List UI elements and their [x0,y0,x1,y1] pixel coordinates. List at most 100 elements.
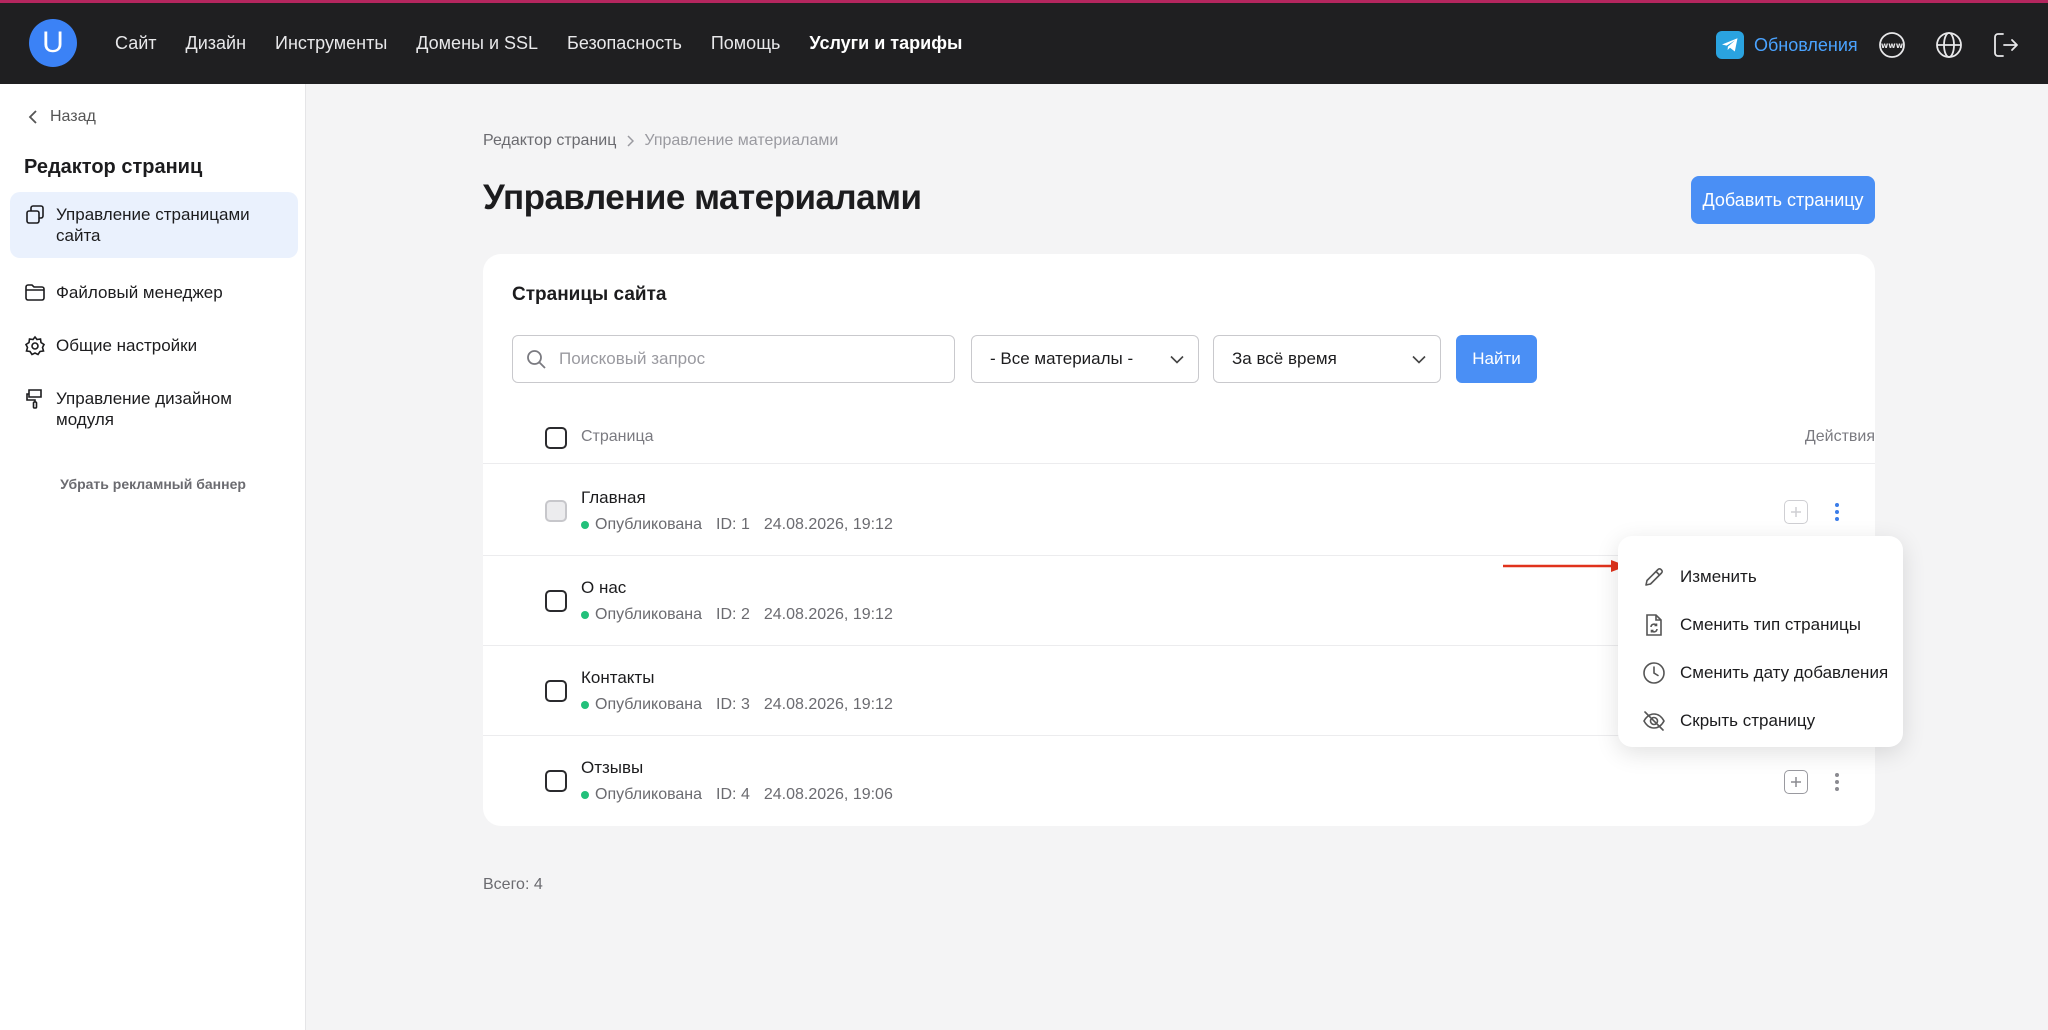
www-icon[interactable]: www [1877,30,1907,60]
row-date: 24.08.2026, 19:12 [763,606,893,623]
row-actions-menu: Изменить Сменить тип страницы Сменить да… [1618,536,1903,747]
row-page-name[interactable]: Главная [581,488,646,508]
kebab-dot [1835,773,1839,777]
status-badge: Опубликована [581,786,702,804]
row-status: Опубликована [595,696,703,713]
nav-item-services-tariffs[interactable]: Услуги и тарифы [809,33,962,54]
menu-item-change-type[interactable]: Сменить тип страницы [1618,601,1903,649]
row-status: Опубликована [595,786,703,803]
row-date: 24.08.2026, 19:12 [763,696,893,713]
select-all-checkbox[interactable] [545,427,567,449]
pencil-icon [1645,568,1663,586]
row-checkbox[interactable] [545,590,567,612]
main-menu: Сайт Дизайн Инструменты Домены и SSL Без… [115,3,962,84]
menu-item-hide-page[interactable]: Скрыть страницу [1618,697,1903,745]
breadcrumb-current: Управление материалами [644,132,839,149]
row-page-name[interactable]: Контакты [581,668,654,688]
kebab-dot [1835,510,1839,514]
status-dot [581,701,589,709]
clock-icon [1643,662,1665,684]
kebab-dot [1835,787,1839,791]
row-id: ID: 4 [716,786,750,803]
remove-banner-link[interactable]: Убрать рекламный баннер [0,476,306,492]
breadcrumb-parent[interactable]: Редактор страниц [483,132,616,150]
annotation-arrow [1503,560,1627,572]
updates-link[interactable]: Обновления [1716,31,1858,59]
status-dot [581,611,589,619]
more-actions-button[interactable] [1832,500,1842,524]
chevron-right-icon [627,135,635,147]
kebab-dot [1835,503,1839,507]
row-page-name[interactable]: Отзывы [581,758,643,778]
sidebar-item-pages[interactable]: Управление страницами сайта [10,192,298,258]
menu-item-edit[interactable]: Изменить [1618,553,1903,601]
top-navigation-bar: U Сайт Дизайн Инструменты Домены и SSL Б… [0,0,2048,84]
sidebar-item-module-design-label: Управление дизайном модуля [56,389,232,429]
nav-item-security[interactable]: Безопасность [567,33,682,54]
table-header: Страница Действия [483,412,1875,464]
period-filter-select[interactable]: За всё время [1213,335,1441,383]
row-id: ID: 1 [716,516,750,533]
status-badge: Опубликована [581,516,702,534]
back-button[interactable]: Назад [28,108,96,126]
chevron-down-icon [1412,355,1426,364]
row-status: Опубликована [595,606,703,623]
settings-icon [24,335,46,356]
add-subpage-button[interactable] [1784,770,1808,794]
sidebar-title: Редактор страниц [24,156,203,178]
svg-text:www: www [1881,41,1904,50]
more-actions-button[interactable] [1832,770,1842,794]
row-meta: Опубликована ID: 1 24.08.2026, 19:12 [581,516,893,534]
row-checkbox[interactable] [545,770,567,792]
row-date: 24.08.2026, 19:12 [763,516,893,533]
column-header-actions: Действия [1804,428,1875,445]
brush-icon [26,389,42,409]
breadcrumb: Редактор страниц Управление материалами [483,132,838,150]
card-title: Страницы сайта [512,284,667,305]
nav-item-tools[interactable]: Инструменты [275,33,387,54]
row-checkbox[interactable] [545,680,567,702]
add-subpage-button[interactable] [1784,500,1808,524]
menu-item-hide-page-label: Скрыть страницу [1680,711,1816,730]
row-meta: Опубликована ID: 4 24.08.2026, 19:06 [581,786,893,804]
nav-item-domains[interactable]: Домены и SSL [416,33,538,54]
updates-label: Обновления [1754,34,1858,55]
folder-icon [25,284,45,301]
menu-item-edit-label: Изменить [1680,567,1757,586]
menu-item-change-date-label: Сменить дату добавления [1680,663,1889,682]
menu-item-change-type-label: Сменить тип страницы [1680,615,1861,634]
nav-item-design[interactable]: Дизайн [186,33,247,54]
row-checkbox[interactable] [545,500,567,522]
chevron-left-icon [28,110,37,124]
materials-filter-value: - Все материалы - [990,349,1134,368]
row-status: Опубликована [595,516,703,533]
sidebar-item-file-manager-label: Файловый менеджер [56,283,223,302]
nav-item-help[interactable]: Помощь [711,33,781,54]
row-date: 24.08.2026, 19:06 [763,786,893,803]
sidebar-item-general-settings[interactable]: Общие настройки [10,323,298,369]
search-field[interactable] [512,335,955,383]
column-header-page: Страница [581,428,654,445]
row-page-name[interactable]: О нас [581,578,626,598]
row-id: ID: 3 [716,696,750,713]
materials-filter-select[interactable]: - Все материалы - [971,335,1199,383]
total-count: Всего: 4 [483,876,543,893]
row-meta: Опубликована ID: 2 24.08.2026, 19:12 [581,606,893,624]
plus-icon [1791,777,1801,787]
find-button[interactable]: Найти [1456,335,1537,383]
search-input[interactable] [559,349,929,369]
add-page-button[interactable]: Добавить страницу [1691,176,1875,224]
sidebar-item-module-design[interactable]: Управление дизайном модуля [10,376,298,442]
status-dot [581,521,589,529]
kebab-dot [1835,517,1839,521]
globe-icon[interactable] [1934,30,1964,60]
sidebar-item-file-manager[interactable]: Файловый менеджер [10,270,298,316]
nav-item-site[interactable]: Сайт [115,33,157,54]
status-badge: Опубликована [581,606,702,624]
status-badge: Опубликована [581,696,702,714]
logo[interactable]: U [29,19,77,67]
logout-icon[interactable] [1991,30,2021,60]
menu-item-change-date[interactable]: Сменить дату добавления [1618,649,1903,697]
sidebar: Назад Редактор страниц Управление страни… [0,84,306,1030]
page-title: Управление материалами [483,178,922,217]
